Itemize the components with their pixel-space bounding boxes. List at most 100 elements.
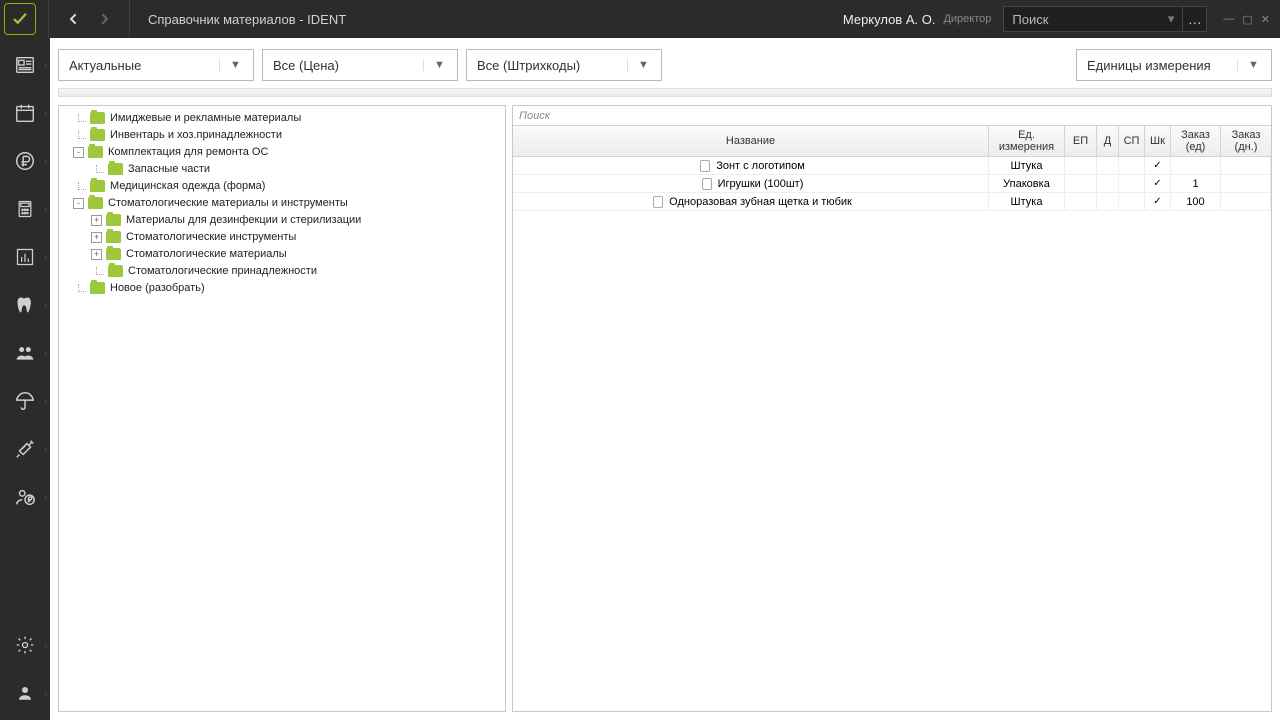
gear-icon[interactable]: › xyxy=(12,632,38,658)
cell-name: Зонт с логотипом xyxy=(716,160,805,172)
cell-order: 1 xyxy=(1171,175,1221,192)
col-name[interactable]: Название xyxy=(513,126,989,156)
category-tree[interactable]: Имиджевые и рекламные материалы Инвентарь… xyxy=(58,105,506,712)
window-title: Справочник материалов - IDENT xyxy=(148,12,346,27)
folder-icon xyxy=(106,231,121,243)
tree-node[interactable]: Имиджевые и рекламные материалы xyxy=(61,110,503,126)
people-icon[interactable]: › xyxy=(12,340,38,366)
ruble-icon[interactable]: › xyxy=(12,148,38,174)
cell-name: Одноразовая зубная щетка и тюбик xyxy=(669,196,852,208)
close-button[interactable]: ✕ xyxy=(1261,13,1270,26)
col-shk[interactable]: Шк xyxy=(1145,126,1171,156)
folder-icon xyxy=(90,129,105,141)
tree-label: Имиджевые и рекламные материалы xyxy=(110,112,301,124)
expand-toggle[interactable]: + xyxy=(91,215,102,226)
col-order[interactable]: Заказ (ед) xyxy=(1171,126,1221,156)
main-area: Актуальные▼ Все (Цена)▼ Все (Штрихкоды)▼… xyxy=(50,38,1280,720)
calculator-icon[interactable]: › xyxy=(12,196,38,222)
tree-node[interactable]: + Материалы для дезинфекции и стерилизаци… xyxy=(61,212,503,228)
back-button[interactable] xyxy=(61,7,85,31)
cell-unit: Штука xyxy=(989,157,1065,174)
tree-node[interactable]: Инвентарь и хоз.принадлежности xyxy=(61,127,503,143)
expand-toggle[interactable]: + xyxy=(91,249,102,260)
cell-ep xyxy=(1065,175,1097,192)
folder-icon xyxy=(106,248,121,260)
calendar-icon[interactable]: › xyxy=(12,100,38,126)
tree-label: Комплектация для ремонта ОС xyxy=(108,146,268,158)
card-icon[interactable]: › xyxy=(12,52,38,78)
cell-sp xyxy=(1119,193,1145,210)
cell-d xyxy=(1097,157,1119,174)
app-logo[interactable] xyxy=(4,3,36,35)
tree-label: Новое (разобрать) xyxy=(110,282,205,294)
chevron-down-icon: ▼ xyxy=(423,59,447,71)
person-ruble-icon[interactable]: › xyxy=(12,484,38,510)
cell-sp xyxy=(1119,157,1145,174)
tree-label: Запасные части xyxy=(128,163,210,175)
col-d[interactable]: Д xyxy=(1097,126,1119,156)
chevron-down-icon: ▼ xyxy=(1237,59,1261,71)
cell-unit: Штука xyxy=(989,193,1065,210)
item-icon xyxy=(653,196,663,208)
tree-label: Стоматологические инструменты xyxy=(126,231,296,243)
chevron-down-icon: ▼ xyxy=(219,59,243,71)
cell-ep xyxy=(1065,157,1097,174)
table-header: Название Ед. измерения ЕП Д СП Шк Заказ … xyxy=(513,126,1271,157)
cell-days xyxy=(1221,157,1271,174)
tree-node[interactable]: Запасные части xyxy=(61,161,503,177)
expand-toggle[interactable]: - xyxy=(73,147,84,158)
user-role: Директор xyxy=(943,13,991,25)
cell-unit: Упаковка xyxy=(989,175,1065,192)
tree-node[interactable]: - Комплектация для ремонта ОС xyxy=(61,144,503,160)
col-unit[interactable]: Ед. измерения xyxy=(989,126,1065,156)
forward-button[interactable] xyxy=(93,7,117,31)
global-search[interactable]: Поиск ▾ xyxy=(1003,6,1183,32)
cell-d xyxy=(1097,175,1119,192)
folder-icon xyxy=(88,197,103,209)
tree-label: Стоматологические материалы и инструмент… xyxy=(108,197,348,209)
table-row[interactable]: Зонт с логотипомШтука✓ xyxy=(513,157,1271,175)
col-sp[interactable]: СП xyxy=(1119,126,1145,156)
folder-icon xyxy=(106,214,121,226)
tree-node[interactable]: Стоматологические принадлежности xyxy=(61,263,503,279)
chevron-down-icon: ▾ xyxy=(1168,11,1175,27)
table-row[interactable]: Одноразовая зубная щетка и тюбикШтука✓10… xyxy=(513,193,1271,211)
cell-sp xyxy=(1119,175,1145,192)
more-button[interactable]: … xyxy=(1183,6,1207,32)
search-placeholder: Поиск xyxy=(1012,12,1048,27)
cell-ep xyxy=(1065,193,1097,210)
expand-toggle[interactable]: - xyxy=(73,198,84,209)
minimize-button[interactable]: — xyxy=(1223,13,1234,26)
titlebar: Справочник материалов - IDENT Меркулов А… xyxy=(0,0,1280,38)
tree-node[interactable]: + Стоматологические инструменты xyxy=(61,229,503,245)
filter-price[interactable]: Все (Цена)▼ xyxy=(262,49,458,81)
col-ep[interactable]: ЕП xyxy=(1065,126,1097,156)
filter-actuality[interactable]: Актуальные▼ xyxy=(58,49,254,81)
table-search[interactable]: Поиск xyxy=(513,106,1271,126)
tree-node[interactable]: Медицинская одежда (форма) xyxy=(61,178,503,194)
tree-node[interactable]: + Стоматологические материалы xyxy=(61,246,503,262)
tree-node[interactable]: Новое (разобрать) xyxy=(61,280,503,296)
folder-icon xyxy=(90,282,105,294)
chart-icon[interactable]: › xyxy=(12,244,38,270)
filter-units[interactable]: Единицы измерения▼ xyxy=(1076,49,1272,81)
tooth-icon[interactable]: › xyxy=(12,292,38,318)
tree-label: Стоматологические материалы xyxy=(126,248,287,260)
folder-icon xyxy=(90,180,105,192)
folder-icon xyxy=(90,112,105,124)
tree-node[interactable]: - Стоматологические материалы и инструмен… xyxy=(61,195,503,211)
filter-barcode[interactable]: Все (Штрихкоды)▼ xyxy=(466,49,662,81)
tree-label: Материалы для дезинфекции и стерилизации xyxy=(126,214,361,226)
table-row[interactable]: Игрушки (100шт)Упаковка✓1 xyxy=(513,175,1271,193)
col-days[interactable]: Заказ (дн.) xyxy=(1221,126,1271,156)
user-name[interactable]: Меркулов А. О. xyxy=(843,12,936,27)
cell-days xyxy=(1221,193,1271,210)
person-icon[interactable]: › xyxy=(12,680,38,706)
cell-days xyxy=(1221,175,1271,192)
cell-d xyxy=(1097,193,1119,210)
cell-order: 100 xyxy=(1171,193,1221,210)
umbrella-icon[interactable]: › xyxy=(12,388,38,414)
maximize-button[interactable]: ▢ xyxy=(1242,13,1252,26)
expand-toggle[interactable]: + xyxy=(91,232,102,243)
syringe-icon[interactable]: › xyxy=(12,436,38,462)
